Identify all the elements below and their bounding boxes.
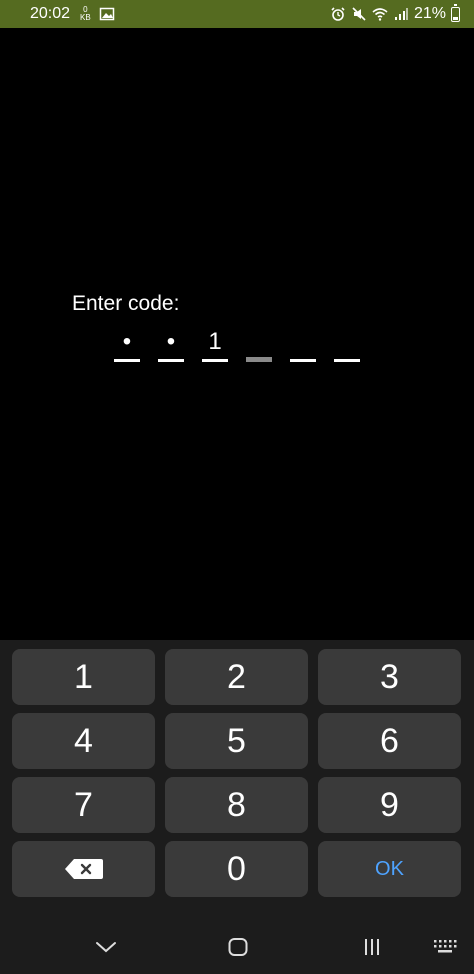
keyboard-switch-button[interactable] (430, 932, 460, 962)
key-6[interactable]: 6 (318, 713, 461, 769)
data-speed-indicator: 0 KB (80, 6, 91, 22)
status-time: 20:02 (30, 5, 71, 22)
data-speed-unit: KB (80, 13, 91, 22)
code-slot-underline (158, 359, 184, 362)
home-icon (228, 938, 248, 956)
code-slot-underline (114, 359, 140, 362)
key-1[interactable]: 1 (12, 649, 155, 705)
code-slot-char: • (166, 328, 176, 355)
code-slot-6 (334, 326, 360, 362)
code-slot-char: 1 (208, 328, 222, 355)
home-button[interactable] (223, 932, 253, 962)
gallery-icon (99, 7, 114, 21)
key-2[interactable]: 2 (165, 649, 308, 705)
code-input[interactable]: • • 1 (114, 326, 360, 362)
code-slot-5 (290, 326, 316, 362)
hide-keyboard-button[interactable] (91, 932, 121, 962)
key-4[interactable]: 4 (12, 713, 155, 769)
backspace-icon (64, 859, 103, 879)
alarm-icon (331, 7, 345, 21)
recent-apps-button[interactable] (357, 932, 387, 962)
code-slot-2: • (158, 326, 184, 362)
chevron-down-icon (96, 942, 116, 953)
status-left: 20:02 0 KB (30, 5, 115, 23)
mute-icon (352, 7, 366, 21)
backspace-key[interactable] (12, 841, 155, 897)
code-slot-underline (334, 359, 360, 362)
status-right: 21% (330, 3, 460, 23)
key-3[interactable]: 3 (318, 649, 461, 705)
keyboard-icon (434, 940, 457, 953)
key-9[interactable]: 9 (318, 777, 461, 833)
code-slot-underline-active (246, 357, 272, 362)
key-0[interactable]: 0 (165, 841, 308, 897)
key-8[interactable]: 8 (165, 777, 308, 833)
status-bar: 20:02 0 KB 21% (0, 0, 474, 28)
code-slot-1: • (114, 326, 140, 362)
battery-percent: 21% (413, 5, 446, 22)
code-slot-underline (202, 359, 228, 362)
navigation-bar (0, 920, 474, 974)
code-slot-4 (246, 326, 272, 362)
key-5[interactable]: 5 (165, 713, 308, 769)
code-slot-underline (290, 359, 316, 362)
battery-icon (451, 3, 460, 22)
code-slot-3: 1 (202, 326, 228, 362)
key-7[interactable]: 7 (12, 777, 155, 833)
recent-apps-icon (365, 939, 379, 955)
ok-button[interactable]: OK (318, 841, 461, 897)
wifi-icon (372, 8, 388, 21)
code-slot-char: • (122, 328, 132, 355)
signal-icon (394, 8, 408, 20)
numeric-keypad: 1 2 3 4 5 6 7 8 9 0 OK (0, 640, 474, 920)
enter-code-label: Enter code: (72, 292, 180, 315)
